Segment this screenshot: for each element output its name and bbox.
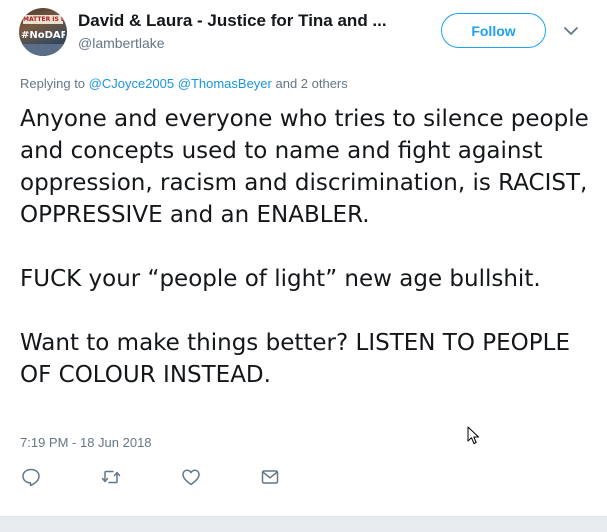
retweet-icon [101,470,121,484]
tweet-paragraph: Want to make things better? LISTEN TO PE… [20,330,570,388]
envelope-icon [261,470,279,484]
avatar[interactable]: MATTER IS LIF #NoDAPL [19,8,67,56]
mouse-cursor-icon [467,426,481,446]
reply-context: Replying to @CJoyce2005 @ThomasBeyer and… [20,76,348,92]
reply-button[interactable] [20,466,42,488]
chevron-down-icon[interactable] [562,22,580,40]
tweet-text: Anyone and everyone who tries to silence… [20,103,590,391]
reply-suffix[interactable]: and 2 others [272,76,347,91]
tweet-header: MATTER IS LIF #NoDAPL David & Laura - Ju… [0,0,607,70]
mention-link-thomasbeyer[interactable]: @ThomasBeyer [178,76,272,91]
reply-icon [22,468,40,487]
reply-prefix: Replying to [20,76,89,91]
tweet-paragraph: FUCK your “people of light” new age bull… [20,266,541,292]
mention-link-cjoyce2005[interactable]: @CJoyce2005 [89,76,174,91]
avatar-strip [19,44,67,56]
author-display-name[interactable]: David & Laura - Justice for Tina and ... [78,11,418,31]
heart-icon [182,469,200,486]
avatar-banner-text: MATTER IS LIF [23,15,63,24]
direct-message-button[interactable] [259,466,281,488]
avatar-tag-text: #NoDAPL [21,30,65,41]
footer-divider [0,516,607,532]
retweet-button[interactable] [100,466,122,488]
tweet-paragraph: Anyone and everyone who tries to silence… [20,106,589,228]
like-button[interactable] [180,466,202,488]
follow-button[interactable]: Follow [441,13,546,48]
author-handle[interactable]: @lambertlake [78,34,165,52]
tweet-timestamp[interactable]: 7:19 PM - 18 Jun 2018 [20,435,152,451]
